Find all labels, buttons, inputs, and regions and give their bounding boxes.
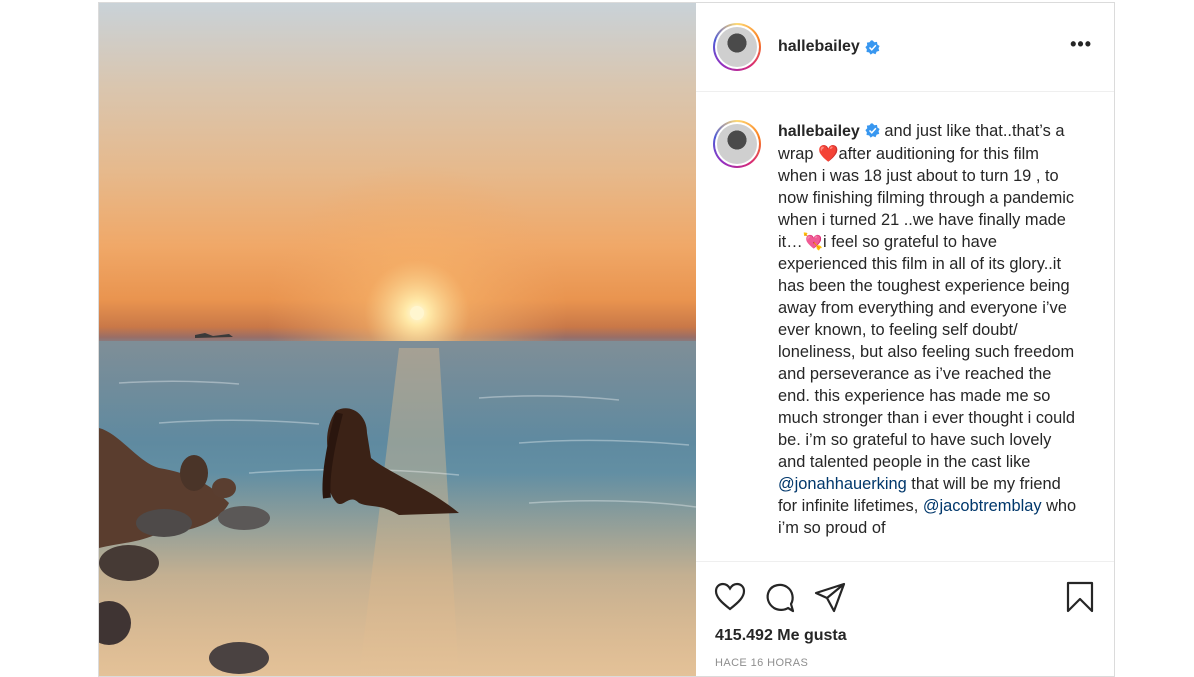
- sunset-beach-image: [99, 3, 696, 676]
- caption-area: hallebailey and just like that..that’s a…: [696, 93, 1114, 561]
- caption-text: i feel so grateful to have experienced t…: [778, 233, 1076, 471]
- heart-arrow-emoji: 💘: [802, 233, 824, 251]
- like-count[interactable]: 415.492 Me gusta: [715, 627, 847, 645]
- header-username[interactable]: hallebailey: [778, 38, 860, 56]
- avatar-image: [717, 124, 757, 164]
- post-actions: 415.492 Me gusta HACE 16 HORAS: [696, 561, 1114, 676]
- post-caption: hallebailey and just like that..that’s a…: [778, 120, 1078, 561]
- red-heart-emoji: ❤️: [818, 145, 839, 163]
- mention-link[interactable]: @jacobtremblay: [923, 497, 1042, 515]
- action-icons: [713, 580, 863, 614]
- instagram-post: hallebailey ••• hallebailey and just lik…: [98, 2, 1115, 677]
- avatar[interactable]: [713, 23, 761, 71]
- more-options-icon[interactable]: •••: [1070, 35, 1092, 53]
- verified-badge-icon: [865, 39, 880, 55]
- bookmark-icon[interactable]: [1063, 580, 1097, 614]
- mention-link[interactable]: @jonahhauerking: [778, 475, 907, 493]
- post-photo[interactable]: [99, 3, 696, 676]
- post-timestamp[interactable]: HACE 16 HORAS: [715, 657, 808, 669]
- share-icon[interactable]: [813, 580, 847, 614]
- heart-icon[interactable]: [713, 580, 747, 614]
- caption-avatar[interactable]: [713, 120, 761, 168]
- post-header: hallebailey •••: [696, 3, 1114, 92]
- verified-badge-icon: [865, 123, 880, 138]
- post-sidebar: hallebailey ••• hallebailey and just lik…: [696, 3, 1114, 676]
- comment-icon[interactable]: [763, 580, 797, 614]
- avatar-image: [717, 27, 757, 67]
- caption-username[interactable]: hallebailey: [778, 123, 860, 140]
